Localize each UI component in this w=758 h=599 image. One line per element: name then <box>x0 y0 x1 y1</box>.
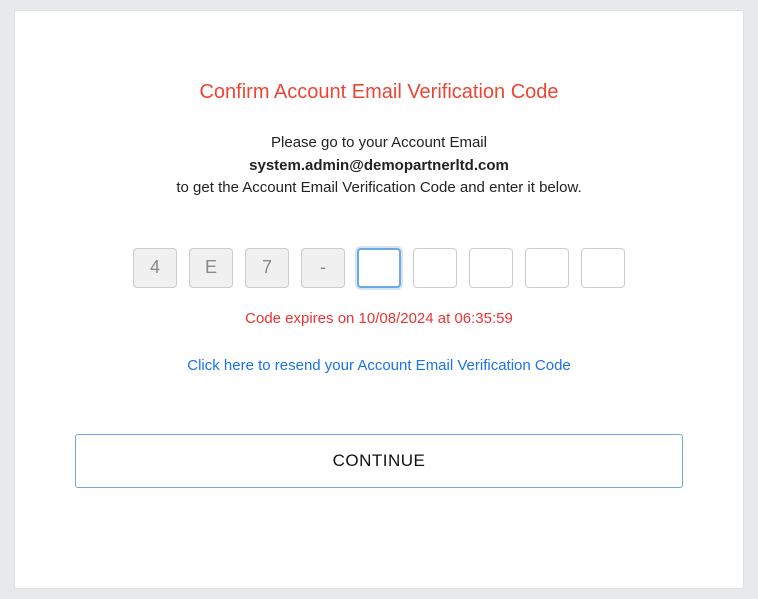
code-box-6[interactable] <box>413 248 457 288</box>
continue-button[interactable]: CONTINUE <box>75 434 683 488</box>
verification-card: Confirm Account Email Verification Code … <box>14 10 744 589</box>
instruction-line2: to get the Account Email Verification Co… <box>176 179 581 196</box>
page-title: Confirm Account Email Verification Code <box>75 81 683 104</box>
code-box-5[interactable] <box>357 248 401 288</box>
code-box-3[interactable] <box>245 248 289 288</box>
code-box-9[interactable] <box>581 248 625 288</box>
code-box-4[interactable] <box>301 248 345 288</box>
code-box-2[interactable] <box>189 248 233 288</box>
instruction-line1: Please go to your Account Email <box>271 134 487 151</box>
expiry-text: Code expires on 10/08/2024 at 06:35:59 <box>75 310 683 327</box>
code-input-row <box>75 248 683 288</box>
resend-link[interactable]: Click here to resend your Account Email … <box>187 357 571 374</box>
code-box-7[interactable] <box>469 248 513 288</box>
instruction-text: Please go to your Account Email system.a… <box>75 132 683 200</box>
code-box-1[interactable] <box>133 248 177 288</box>
account-email: system.admin@demopartnerltd.com <box>249 157 509 174</box>
code-box-8[interactable] <box>525 248 569 288</box>
